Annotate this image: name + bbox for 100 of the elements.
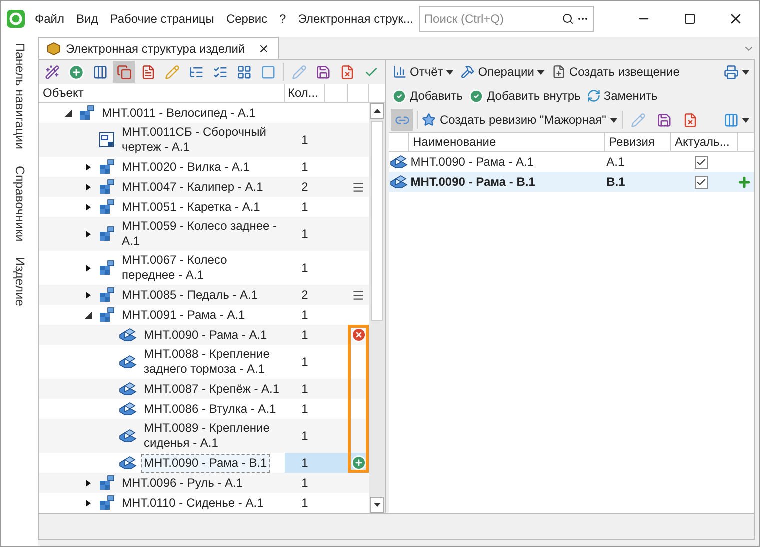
document-icon bbox=[140, 64, 156, 80]
table-cell-text: МНТ.0090 - Рама - В.1 bbox=[410, 174, 536, 191]
scrollbar[interactable] bbox=[369, 103, 385, 513]
column-header[interactable]: Наименование bbox=[409, 133, 605, 151]
block-icon bbox=[119, 354, 137, 370]
tree-item-label[interactable]: МНТ.0011 - Велосипед - А.1 bbox=[99, 104, 259, 122]
quantity-cell-text: 1 bbox=[302, 327, 308, 344]
block-icon bbox=[390, 154, 408, 170]
checkbox[interactable] bbox=[694, 176, 708, 188]
tree-item-label[interactable]: МНТ.0059 - Колесо заднее - А.1 bbox=[119, 217, 285, 251]
search-field[interactable]: Поиск (Ctrl+Q) bbox=[419, 6, 594, 32]
tree-item-label[interactable]: МНТ.0020 - Вилка - А.1 bbox=[119, 158, 253, 176]
cubes-icon bbox=[99, 260, 115, 276]
toolbar-button[interactable]: Создать извещение bbox=[550, 61, 682, 83]
caret-icon[interactable] bbox=[537, 70, 546, 74]
toolbar-button[interactable]: Заменить bbox=[586, 85, 659, 107]
column-header[interactable]: Объект bbox=[39, 84, 285, 102]
check-mark-icon bbox=[696, 156, 707, 168]
checklist-icon bbox=[212, 64, 228, 80]
side-tab[interactable]: Изделие bbox=[10, 257, 29, 307]
cubes-icon bbox=[99, 179, 115, 195]
grid-icon bbox=[236, 64, 252, 80]
hammer-icon bbox=[461, 65, 476, 79]
side-tab[interactable]: Панель навигации bbox=[10, 43, 29, 150]
expand-arrow-icon[interactable] bbox=[85, 500, 92, 506]
table-row[interactable]: МНТ.0090 - Рама - В.1 В.1 bbox=[389, 172, 754, 192]
quantity-cell-text: 1 bbox=[302, 132, 308, 149]
expand-arrow-icon[interactable] bbox=[85, 264, 92, 272]
copy-button[interactable] bbox=[113, 61, 135, 83]
quantity-cell-text: 1 bbox=[302, 455, 308, 472]
tree-item-label[interactable]: МНТ.0096 - Руль - А.1 bbox=[119, 474, 246, 492]
block-icon bbox=[119, 381, 137, 397]
toolbar-button[interactable]: Добавить внутрь bbox=[468, 85, 582, 107]
toolbar-button[interactable]: Добавить bbox=[391, 85, 464, 107]
chart-icon bbox=[393, 65, 407, 79]
copy-icon bbox=[116, 64, 132, 80]
tree-item-label[interactable]: МНТ.0110 - Сиденье - А.1 bbox=[119, 494, 267, 512]
quantity-cell-text: 1 bbox=[302, 226, 308, 243]
check-mark-icon bbox=[696, 176, 707, 188]
search-icon[interactable] bbox=[562, 13, 574, 25]
table-cell-text: А.1 bbox=[606, 154, 626, 171]
quantity-cell-text: 1 bbox=[302, 260, 308, 277]
menu-item[interactable]: Сервис bbox=[226, 10, 268, 28]
pencil-icon bbox=[630, 112, 646, 128]
block-icon bbox=[119, 428, 137, 444]
tree-item-label[interactable]: МНТ.0011СБ - Сборочный чертеж - А.1 bbox=[119, 123, 285, 157]
menu-item[interactable]: Файл bbox=[35, 10, 65, 28]
caret-icon[interactable] bbox=[742, 118, 750, 122]
quantity-cell-text: 1 bbox=[302, 354, 308, 371]
expand-arrow-icon[interactable] bbox=[85, 184, 92, 190]
menu-item[interactable]: Рабочие страницы bbox=[110, 10, 214, 28]
tree-item-label[interactable]: МНТ.0085 - Педаль - А.1 bbox=[119, 286, 261, 304]
toolbar-button[interactable]: Операции bbox=[459, 61, 548, 83]
tree-item-label[interactable]: МНТ.0088 - Крепление заднего тормоза - А.1 bbox=[141, 345, 285, 379]
tree-item-label[interactable]: МНТ.0087 - Крепёж - А.1 bbox=[141, 380, 283, 398]
cubes-icon bbox=[99, 495, 115, 511]
refresh-icon bbox=[586, 89, 601, 103]
menu-item[interactable]: ? bbox=[280, 10, 286, 28]
add-icon bbox=[68, 64, 84, 80]
tree-item-label[interactable]: МНТ.0067 - Колесо переднее - А.1 bbox=[119, 251, 285, 285]
expand-arrow-icon[interactable] bbox=[85, 204, 92, 210]
maximize-icon bbox=[684, 13, 696, 25]
caret-icon[interactable] bbox=[446, 70, 454, 74]
checkbox[interactable] bbox=[694, 156, 708, 168]
toolbar-button[interactable]: Отчёт bbox=[391, 61, 456, 83]
tree-item-label[interactable]: МНТ.0089 - Крепление сиденья - А.1 bbox=[141, 419, 285, 453]
new-document-icon bbox=[552, 65, 566, 79]
quantity-cell-text: 1 bbox=[302, 199, 308, 216]
close-tab-icon[interactable] bbox=[258, 42, 270, 54]
cubes-icon bbox=[99, 287, 115, 303]
column-header[interactable]: Кол... bbox=[285, 84, 325, 102]
caret-icon[interactable] bbox=[610, 118, 618, 122]
collapse-arrow-icon[interactable] bbox=[85, 312, 92, 318]
tree-icon bbox=[188, 64, 204, 80]
expand-arrow-icon[interactable] bbox=[85, 480, 92, 486]
document-tab[interactable]: Электронная структура изделий bbox=[38, 37, 280, 59]
quantity-cell-text: 2 bbox=[302, 287, 308, 304]
menu-item[interactable]: Вид bbox=[76, 10, 98, 28]
cubes-icon bbox=[99, 307, 115, 323]
delete-icon bbox=[340, 64, 354, 80]
expand-arrow-icon[interactable] bbox=[85, 230, 92, 238]
tree-item-label[interactable]: МНТ.0090 - Рама - А.1 bbox=[141, 326, 270, 344]
caret-icon[interactable] bbox=[742, 70, 750, 74]
tree-item-label[interactable]: МНТ.0086 - Втулка - А.1 bbox=[141, 400, 280, 418]
tree-item-label[interactable]: МНТ.0047 - Калипер - А.1 bbox=[119, 178, 266, 196]
expand-arrow-icon[interactable] bbox=[85, 164, 92, 170]
tree-item-label[interactable]: МНТ.0051 - Каретка - А.1 bbox=[119, 198, 264, 216]
link-toggle[interactable] bbox=[391, 109, 413, 131]
tree-item-label[interactable]: МНТ.0091 - Рама - А.1 bbox=[119, 306, 248, 324]
column-header[interactable]: Актуаль... bbox=[671, 133, 738, 151]
window-title: Электронная струк... bbox=[298, 11, 414, 28]
quantity-cell-text: 1 bbox=[302, 475, 308, 492]
column-header[interactable]: Ревизия bbox=[605, 133, 671, 151]
scroll-down-icon[interactable] bbox=[374, 503, 380, 507]
block-icon bbox=[390, 174, 408, 190]
collapse-arrow-icon[interactable] bbox=[65, 110, 72, 116]
expand-arrow-icon[interactable] bbox=[85, 292, 92, 298]
scroll-up-icon[interactable] bbox=[374, 109, 380, 113]
side-tab[interactable]: Справочники bbox=[10, 166, 29, 242]
tree-item-label[interactable]: МНТ.0090 - Рама - В.1 bbox=[141, 454, 270, 472]
